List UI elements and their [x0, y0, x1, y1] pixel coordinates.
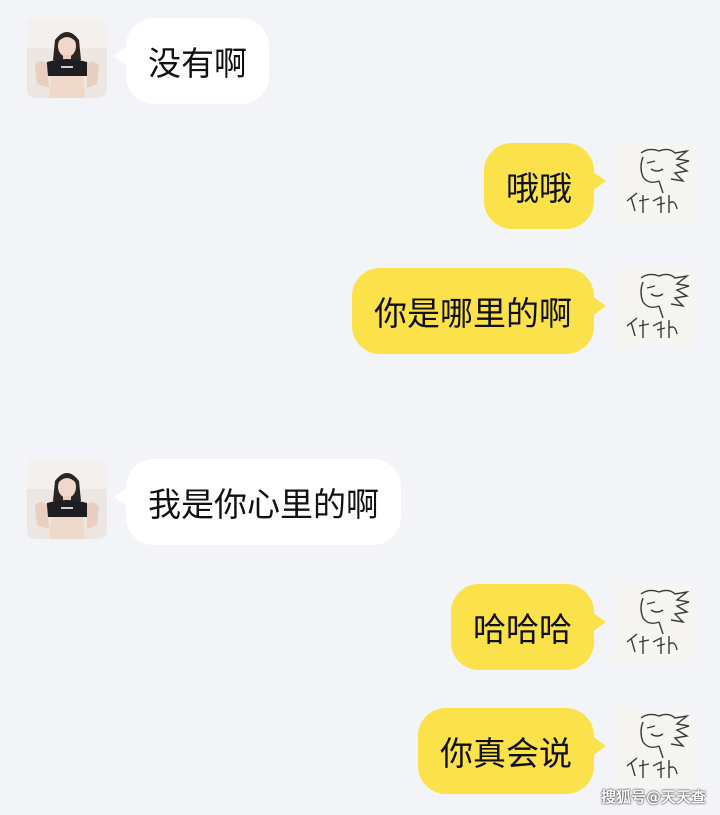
message-bubble-outgoing[interactable]: 哦哦: [484, 143, 606, 229]
sketch-drawing-avatar-icon: [613, 143, 693, 223]
girl-photo-avatar-icon: [27, 18, 107, 98]
my-avatar[interactable]: [613, 584, 693, 664]
my-avatar[interactable]: [613, 143, 693, 223]
sketch-drawing-avatar-icon: [613, 584, 693, 664]
message-bubble-outgoing[interactable]: 你真会说: [418, 708, 606, 794]
watermark-text: 搜狐号@天天查: [600, 788, 706, 806]
contact-avatar[interactable]: [27, 459, 107, 539]
contact-avatar[interactable]: [27, 18, 107, 98]
message-bubble-incoming[interactable]: 没有啊: [114, 18, 269, 104]
message-bubble-outgoing[interactable]: 你是哪里的啊: [352, 268, 606, 354]
sketch-drawing-avatar-icon: [613, 268, 693, 348]
chat-message-list[interactable]: 没有啊 哦哦 你是哪里的啊 我是你心里的啊 哈哈哈 你真会说: [0, 0, 720, 815]
sketch-drawing-avatar-icon: [613, 708, 693, 788]
message-bubble-outgoing[interactable]: 哈哈哈: [451, 584, 606, 670]
message-bubble-incoming[interactable]: 我是你心里的啊: [114, 459, 401, 545]
my-avatar[interactable]: [613, 268, 693, 348]
girl-photo-avatar-icon: [27, 459, 107, 539]
my-avatar[interactable]: [613, 708, 693, 788]
